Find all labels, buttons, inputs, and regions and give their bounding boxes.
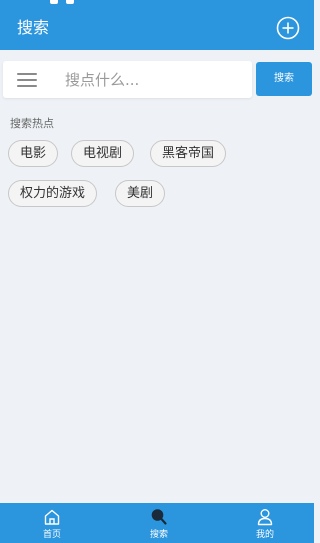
search-box bbox=[3, 61, 252, 98]
app-bar: 搜索 bbox=[0, 6, 314, 50]
add-button[interactable] bbox=[276, 16, 300, 40]
status-indicator bbox=[50, 0, 58, 4]
user-icon bbox=[257, 509, 273, 526]
menu-icon[interactable] bbox=[17, 73, 37, 87]
nav-label: 首页 bbox=[42, 530, 61, 540]
search-icon bbox=[151, 509, 167, 525]
hot-tag[interactable]: 权力的游戏 bbox=[8, 180, 98, 207]
nav-label: 我的 bbox=[255, 530, 274, 540]
nav-item-search[interactable]: 搜索 bbox=[129, 503, 189, 543]
hot-search-title: 搜索热点 bbox=[10, 117, 54, 130]
hot-tag[interactable]: 电影 bbox=[8, 140, 59, 167]
nav-item-profile[interactable]: 我的 bbox=[235, 503, 295, 543]
search-button[interactable]: 搜索 bbox=[256, 62, 312, 96]
nav-label: 搜索 bbox=[149, 530, 168, 540]
hot-tag[interactable]: 美剧 bbox=[115, 180, 166, 207]
nav-item-home[interactable]: 首页 bbox=[22, 503, 82, 543]
search-input[interactable] bbox=[65, 67, 241, 93]
page-title: 搜索 bbox=[17, 18, 50, 37]
status-indicator bbox=[66, 0, 74, 4]
plus-circle-icon bbox=[276, 16, 300, 40]
bottom-nav: 首页 搜索 我的 bbox=[0, 503, 314, 543]
hot-tag[interactable]: 黑客帝国 bbox=[150, 140, 227, 167]
search-row: 搜索 bbox=[3, 61, 312, 98]
hot-tag[interactable]: 电视剧 bbox=[71, 140, 135, 167]
home-icon bbox=[44, 509, 60, 525]
